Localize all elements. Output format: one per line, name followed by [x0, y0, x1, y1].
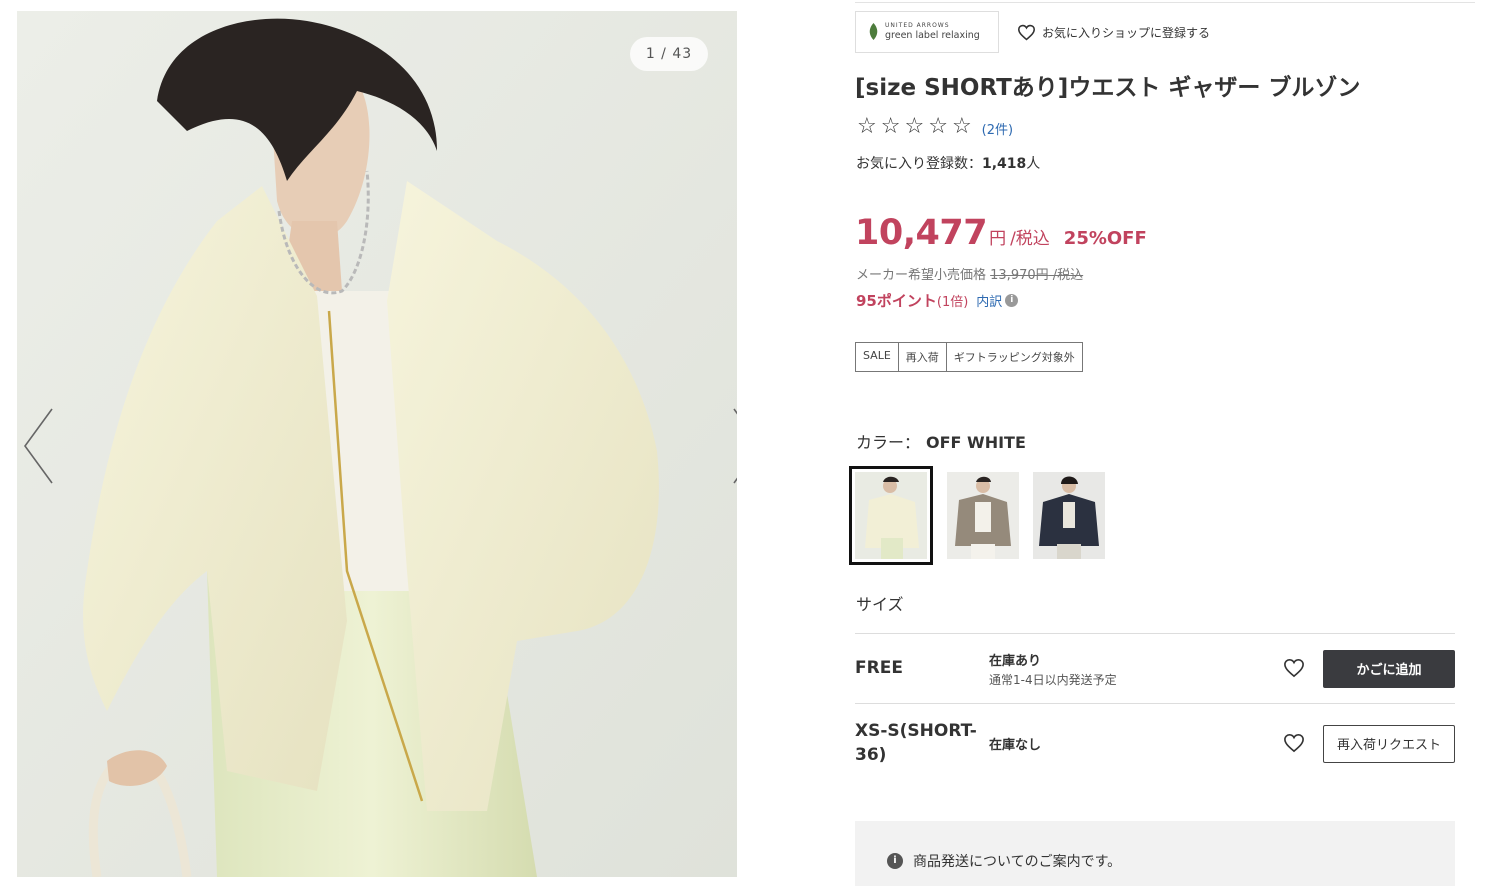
- product-title: [size SHORTあり]ウエスト ギャザー ブルゾン: [855, 75, 1361, 101]
- points-breakdown-link[interactable]: 内訳 i: [976, 291, 1019, 310]
- selected-color-name: OFF WHITE: [926, 433, 1026, 452]
- swatch-thumbnail: [1033, 472, 1105, 559]
- color-swatches: [849, 466, 1105, 565]
- color-swatch-beige[interactable]: [947, 472, 1019, 559]
- shop-logo-line1: UNITED ARROWS: [885, 22, 950, 30]
- swatch-thumbnail: [947, 472, 1019, 559]
- color-swatch-off-white[interactable]: [849, 466, 933, 565]
- size-table: FREE 在庫あり 通常1-4日以内発送予定 かごに追加 XS-S(SHORT-…: [855, 633, 1455, 783]
- favorite-shop-button[interactable]: お気に入りショップに登録する: [1017, 24, 1210, 41]
- restock-request-button[interactable]: 再入荷リクエスト: [1323, 724, 1455, 763]
- review-count-link[interactable]: (2件): [982, 119, 1013, 138]
- gallery-next-button[interactable]: [730, 407, 737, 485]
- star-empty-icon: ☆: [880, 113, 901, 139]
- breakdown-label: 内訳: [976, 295, 1003, 310]
- chevron-left-icon: [24, 408, 53, 484]
- star-empty-icon: ☆: [951, 113, 972, 139]
- star-empty-icon: ☆: [857, 113, 877, 139]
- add-to-cart-button[interactable]: かごに追加: [1323, 649, 1455, 688]
- size-name: FREE: [855, 657, 903, 678]
- size-row: FREE 在庫あり 通常1-4日以内発送予定 かごに追加: [855, 633, 1455, 703]
- price-currency: 円: [989, 229, 1007, 249]
- points-earned: 95ポイント(1倍): [856, 290, 968, 311]
- shop-logo-line2: green label relaxing: [885, 30, 980, 42]
- shipping-notice: i 商品発送についてのご案内です。: [855, 821, 1455, 886]
- heart-outline-icon: [1017, 24, 1036, 40]
- size-label: サイズ: [856, 595, 904, 614]
- points-multiplier: (1倍): [936, 295, 969, 310]
- shop-header: UNITED ARROWS green label relaxing お気に入り…: [855, 11, 1210, 53]
- size-row: XS-S(SHORT-36) 在庫なし 再入荷リクエスト: [855, 703, 1455, 783]
- chevron-right-icon: [733, 408, 737, 484]
- favorite-shop-label: お気に入りショップに登録する: [1042, 25, 1211, 40]
- favorite-count: お気に入り登録数：1,418人: [856, 153, 1040, 173]
- star-empty-icon: ☆: [928, 113, 948, 139]
- product-photo: [17, 11, 737, 877]
- product-tags: SALE 再入荷 ギフトラッピング対象外: [855, 342, 1083, 372]
- discount-badge: 25%OFF: [1063, 228, 1147, 249]
- top-divider: [855, 2, 1475, 3]
- price-block: 10,477 円 /税込 25%OFF: [855, 213, 1147, 253]
- tag-restock: 再入荷: [899, 343, 947, 371]
- color-label-text: カラー：: [856, 433, 921, 452]
- price-tax-label: /税込: [1010, 229, 1050, 249]
- star-empty-icon: ☆: [904, 113, 925, 139]
- info-icon: i: [1005, 294, 1019, 307]
- product-image-gallery[interactable]: 1 / 43: [17, 11, 737, 877]
- sale-price: 10,477: [855, 213, 988, 253]
- tag-sale: SALE: [856, 343, 899, 371]
- notice-title: 商品発送についてのご案内です。: [913, 854, 1122, 870]
- msrp: メーカー希望小売価格 13,970円 /税込: [856, 264, 1083, 283]
- swatch-thumbnail: [855, 472, 927, 559]
- color-swatch-navy[interactable]: [1033, 472, 1105, 559]
- info-icon: i: [887, 853, 903, 869]
- size-name: XS-S(SHORT-36): [855, 720, 977, 765]
- image-counter: 1 / 43: [630, 37, 708, 71]
- rating-stars[interactable]: ☆ ☆ ☆ ☆ ☆ (2件): [857, 115, 1013, 138]
- points-value: 95ポイント: [856, 292, 937, 310]
- shop-logo[interactable]: UNITED ARROWS green label relaxing: [855, 11, 999, 53]
- gallery-prev-button[interactable]: [22, 407, 56, 485]
- msrp-tax: /税込: [1048, 268, 1084, 283]
- leaf-logo-icon: [869, 23, 878, 40]
- favorite-item-button[interactable]: [1283, 658, 1305, 680]
- color-label: カラー： OFF WHITE: [856, 429, 1026, 453]
- favorite-count-unit: 人: [1026, 156, 1041, 172]
- heart-outline-icon: [1284, 658, 1304, 677]
- heart-outline-icon: [1284, 733, 1304, 752]
- favorite-count-label: お気に入り登録数：: [856, 156, 982, 172]
- points-row: 95ポイント(1倍) 内訳 i: [856, 290, 1019, 311]
- notice-header: i 商品発送についてのご案内です。: [887, 851, 1121, 871]
- msrp-label: メーカー希望小売価格: [856, 268, 991, 283]
- favorite-count-value: 1,418: [982, 156, 1027, 172]
- tag-gift-wrap: ギフトラッピング対象外: [953, 351, 1075, 364]
- favorite-item-button[interactable]: [1283, 733, 1305, 755]
- msrp-value: 13,970円: [990, 268, 1049, 283]
